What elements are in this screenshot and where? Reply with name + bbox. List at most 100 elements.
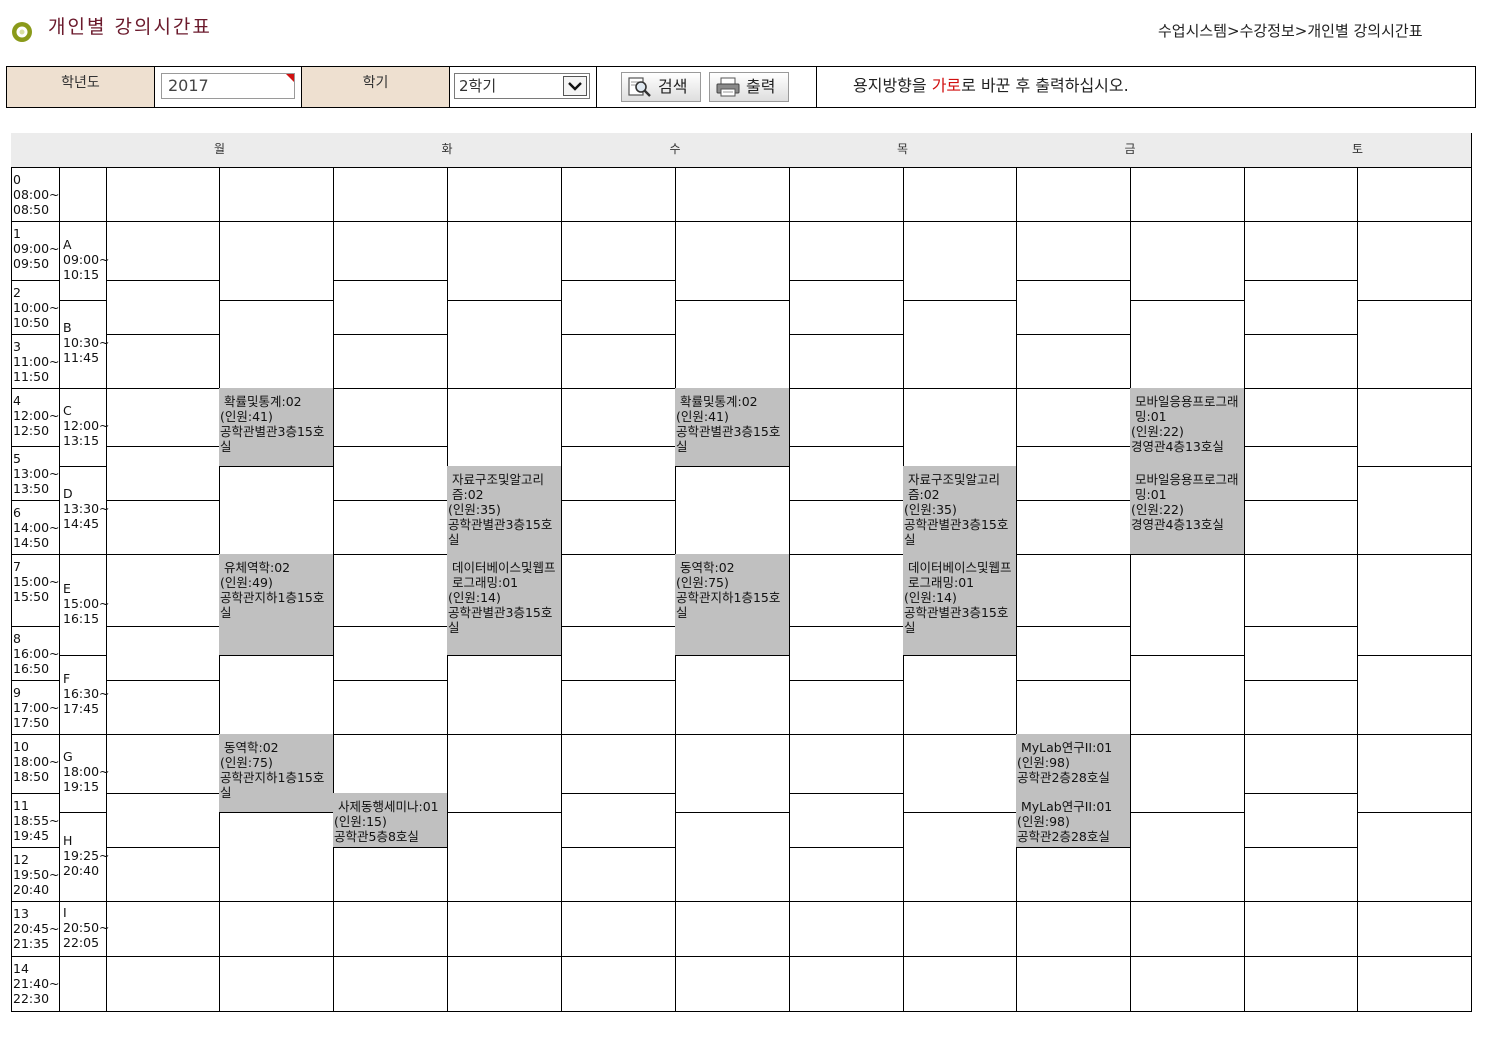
- timetable-cell: [333, 680, 448, 735]
- timetable-cell: [219, 221, 334, 301]
- timetable-cell: [1357, 466, 1472, 555]
- course-enroll: (인원:22): [1131, 502, 1184, 517]
- course-enroll: (인원:22): [1131, 424, 1184, 439]
- period-label: 5 13:00~ 13:50: [11, 446, 60, 501]
- timetable-cell: [106, 956, 220, 1012]
- course-enroll: (인원:98): [1017, 814, 1070, 829]
- timetable-cell: [333, 388, 448, 447]
- course-block[interactable]: 동역학:02 (인원:75) 공학관지하1층15호실: [675, 554, 790, 656]
- course-name: 확률및통계:02: [680, 394, 758, 409]
- timetable-cell: [789, 793, 904, 848]
- search-button[interactable]: 검색: [621, 72, 701, 102]
- course-name: 데이터베이스및웹프로그래밍:01: [452, 560, 556, 590]
- course-enroll: (인원:49): [220, 575, 273, 590]
- slot-label: G 18:00~ 19:15: [59, 734, 110, 813]
- timetable-cell: [333, 734, 448, 794]
- slot-label: B 10:30~ 11:45: [59, 300, 110, 389]
- period-label: 14 21:40~ 22:30: [11, 956, 60, 1012]
- timetable-cell: [1016, 221, 1131, 281]
- course-room: 공학관별관3층15호실: [220, 424, 325, 454]
- course-block[interactable]: 데이터베이스및웹프로그래밍:01 (인원:14) 공학관별관3층15호실: [447, 554, 562, 656]
- course-block[interactable]: 모바일응용프로그래밍:01 (인원:22) 경영관4층13호실: [1130, 388, 1245, 467]
- course-enroll: (인원:14): [904, 590, 957, 605]
- timetable-cell: [1244, 388, 1358, 447]
- timetable-cell: [106, 280, 220, 335]
- timetable-cell: [1244, 221, 1358, 281]
- course-block[interactable]: 동역학:02 (인원:75) 공학관지하1층15호실: [219, 734, 334, 813]
- timetable-cell: [1016, 334, 1131, 389]
- timetable-cell: [1244, 554, 1358, 627]
- timetable-cell: [1016, 847, 1131, 902]
- timetable-cell: [333, 500, 448, 555]
- timetable-cell: [333, 221, 448, 281]
- timetable-cell: [789, 500, 904, 555]
- course-block[interactable]: MyLab연구II:01 (인원:98) 공학관2층28호실: [1016, 734, 1131, 794]
- period-label: 2 10:00~ 10:50: [11, 280, 60, 335]
- timetable-cell: [561, 500, 676, 555]
- timetable-cell: [561, 554, 676, 627]
- timetable-cell: [1016, 626, 1131, 681]
- timetable-cell: [1244, 956, 1358, 1012]
- search-button-label: 검색: [658, 77, 688, 96]
- timetable-cell: [219, 466, 334, 555]
- semester-select[interactable]: 2학기: [454, 73, 590, 99]
- course-block[interactable]: 모바일응용프로그래밍:01 (인원:22) 경영관4층13호실: [1130, 466, 1245, 555]
- timetable-cell: [903, 901, 1017, 957]
- course-name: 확률및통계:02: [224, 394, 302, 409]
- course-block[interactable]: 자료구조및알고리즘:02 (인원:35) 공학관별관3층15호실: [447, 466, 562, 555]
- course-room: 공학관지하1층15호실: [676, 590, 781, 620]
- course-block[interactable]: 확률및통계:02 (인원:41) 공학관별관3층15호실: [675, 388, 790, 467]
- timetable-cell: [561, 167, 676, 222]
- course-name: 자료구조및알고리즘:02: [452, 472, 545, 502]
- timetable-cell: [1357, 167, 1472, 222]
- required-mark-icon: [286, 74, 294, 82]
- timetable-cell: [789, 446, 904, 501]
- timetable-cell: [675, 221, 790, 301]
- timetable-cell: [675, 734, 790, 813]
- timetable-cell: [561, 221, 676, 281]
- course-block[interactable]: MyLab연구II:01 (인원:98) 공학관2층28호실: [1016, 793, 1131, 848]
- timetable-cell: [1244, 167, 1358, 222]
- course-room: 공학관지하1층15호실: [220, 590, 325, 620]
- timetable-cell: [1357, 554, 1472, 656]
- timetable-cell: [447, 388, 562, 467]
- timetable-cell: [1357, 734, 1472, 813]
- timetable-cell: [561, 388, 676, 447]
- course-block[interactable]: 자료구조및알고리즘:02 (인원:35) 공학관별관3층15호실: [903, 466, 1017, 555]
- timetable-cell: [789, 626, 904, 681]
- day-header-1: 화: [333, 133, 562, 168]
- slot-label-empty: [59, 167, 107, 222]
- timetable-cell: [447, 812, 562, 902]
- timetable-cell: [1016, 554, 1131, 627]
- period-label: 7 15:00~ 15:50: [11, 554, 60, 627]
- timetable-cell: [1016, 167, 1131, 222]
- slot-label: C 12:00~ 13:15: [59, 388, 110, 467]
- timetable-cell: [561, 793, 676, 848]
- timetable-cell: [447, 655, 562, 735]
- course-block[interactable]: 확률및통계:02 (인원:41) 공학관별관3층15호실: [219, 388, 334, 467]
- course-block[interactable]: 유체역학:02 (인원:49) 공학관지하1층15호실: [219, 554, 334, 656]
- course-block[interactable]: 사제동행세미나:01 (인원:15) 공학관5층8호실: [333, 793, 448, 848]
- timetable-cell: [903, 167, 1017, 222]
- course-room: 공학관2층28호실: [1017, 829, 1110, 844]
- printer-icon: [716, 77, 740, 97]
- timetable-cell: [106, 446, 220, 501]
- chevron-down-icon[interactable]: [563, 76, 587, 96]
- course-block[interactable]: 데이터베이스및웹프로그래밍:01 (인원:14) 공학관별관3층15호실: [903, 554, 1017, 656]
- button-cell: 검색 출력: [597, 67, 817, 107]
- year-input[interactable]: 2017: [161, 73, 295, 99]
- timetable-cell: [1357, 300, 1472, 389]
- course-name: MyLab연구II:01: [1021, 740, 1113, 755]
- print-button[interactable]: 출력: [709, 72, 789, 102]
- corner-header: [11, 133, 107, 168]
- timetable-cell: [1357, 221, 1472, 301]
- print-notice: 용지방향을 가로로 바꾼 후 출력하십시오.: [853, 67, 1129, 105]
- timetable-cell: [219, 812, 334, 902]
- timetable-cell: [1016, 901, 1131, 957]
- timetable-cell: [106, 554, 220, 627]
- timetable-cell: [333, 334, 448, 389]
- timetable-cell: [1244, 847, 1358, 902]
- timetable-cell: [1244, 500, 1358, 555]
- timetable-cell: [1244, 334, 1358, 389]
- timetable-cell: [561, 734, 676, 794]
